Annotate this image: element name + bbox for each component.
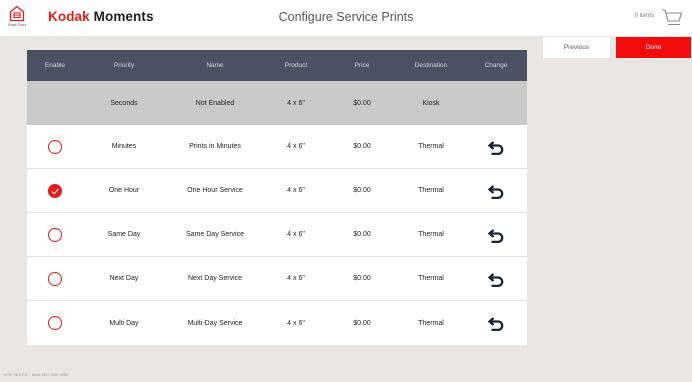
table-row: Next Day Next Day Service 4 x 6" $0.00 T… [27, 257, 527, 301]
cart-count: 0 items [634, 13, 654, 19]
column-header-change: Change [484, 62, 508, 69]
price-cell: $0.00 [353, 231, 371, 238]
name-cell: Multi-Day Service [187, 319, 243, 327]
table-row: Same Day Same Day Service 4 x 6" $0.00 T… [27, 213, 527, 257]
undo-arrow-icon [487, 317, 504, 332]
column-header-price: Price [354, 62, 370, 69]
price-cell: $0.00 [353, 187, 371, 194]
undo-arrow-icon [487, 140, 504, 155]
name-cell: Prints in Minutes [189, 143, 241, 150]
product-cell: 4 x 6" [287, 231, 305, 238]
undo-arrow-icon [487, 184, 504, 199]
change-button[interactable] [487, 314, 505, 332]
name-cell: Same Day Service [186, 231, 244, 238]
change-button[interactable] [487, 138, 505, 156]
enable-radio[interactable] [48, 271, 62, 286]
table-header: Enable Priority Name Product Price Desti… [27, 50, 527, 81]
table-row: Minutes Prints in Minutes 4 x 6" $0.00 T… [27, 125, 527, 169]
product-cell: 4 x 6" [287, 187, 305, 194]
enable-radio[interactable] [48, 316, 62, 330]
price-cell: $0.00 [353, 319, 371, 327]
service-prints-table: Enable Priority Name Product Price Desti… [27, 50, 527, 345]
product-cell: 4 x 6" [287, 275, 305, 282]
enable-radio-checked[interactable] [48, 183, 62, 198]
product-cell: 4 x 6" [287, 143, 305, 150]
priority-cell: Next Day [109, 275, 139, 282]
priority-cell: Minutes [111, 143, 137, 150]
table-row: One Hour One Hour Service 4 x 6" $0.00 T… [27, 169, 527, 213]
priority-cell: Same Day [107, 231, 141, 238]
previous-button[interactable]: Previous [543, 37, 610, 58]
change-button[interactable] [487, 226, 505, 244]
destination-cell: Kiosk [422, 99, 440, 107]
price-cell: $0.00 [353, 275, 371, 282]
product-cell: 4 x 6" [287, 99, 305, 107]
column-header-product: Product [284, 62, 308, 69]
name-cell: Next Day Service [187, 275, 243, 282]
column-header-name: Name [206, 62, 224, 69]
enable-radio[interactable] [48, 227, 62, 242]
table-row-disabled: Seconds Not Enabled 4 x 6" $0.00 Kiosk [27, 81, 527, 125]
change-button[interactable] [487, 270, 505, 288]
destination-cell: Thermal [418, 187, 444, 194]
price-cell: $0.00 [353, 143, 371, 150]
table-row: Multi Day Multi-Day Service 4 x 6" $0.00… [27, 301, 527, 345]
priority-cell: Multi Day [109, 319, 139, 327]
product-cell: 4 x 6" [287, 319, 305, 327]
build-info: KPH: V6.0.P.W... Build: 2017.2007.0050 [4, 373, 68, 377]
destination-cell: Thermal [418, 143, 444, 150]
undo-arrow-icon [487, 228, 504, 243]
destination-cell: Thermal [418, 319, 444, 327]
page-title: Configure Service Prints [278, 10, 414, 24]
name-cell: One Hour Service [187, 187, 243, 194]
change-button[interactable] [487, 182, 505, 200]
top-bar: Start Over Kodak Moments Configure Servi… [0, 0, 692, 36]
destination-cell: Thermal [418, 275, 444, 282]
name-cell: Not Enabled [195, 99, 235, 107]
enable-radio[interactable] [48, 139, 62, 154]
done-button[interactable]: Done [616, 37, 691, 58]
undo-arrow-icon [487, 272, 504, 287]
cart-button[interactable] [661, 8, 683, 32]
destination-cell: Thermal [418, 231, 444, 238]
price-cell: $0.00 [353, 99, 371, 107]
column-header-destination: Destination [414, 62, 448, 69]
column-header-priority: Priority [113, 62, 135, 69]
cart-icon [662, 9, 683, 25]
priority-cell: Seconds [110, 99, 138, 107]
priority-cell: One Hour [108, 187, 140, 194]
column-header-enable: Enable [44, 62, 66, 69]
